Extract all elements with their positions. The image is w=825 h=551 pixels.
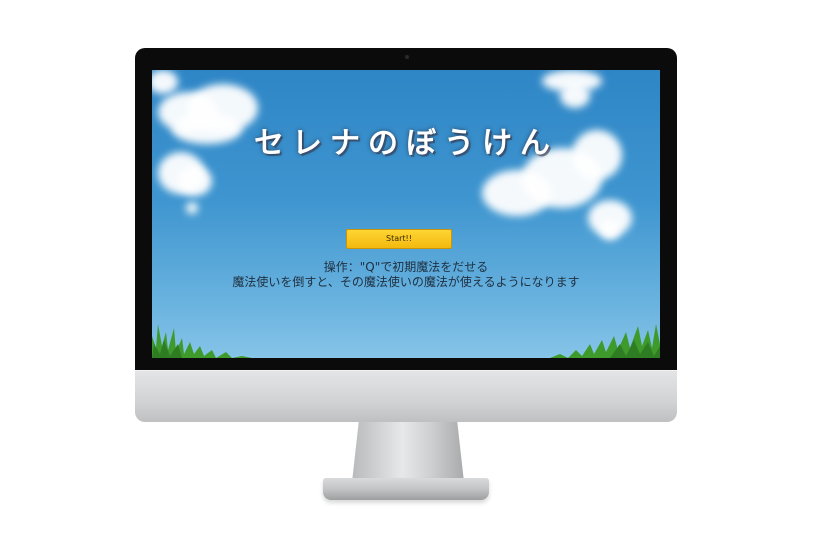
camera-icon [405,55,409,59]
start-button[interactable]: Start!! [346,229,452,249]
grass-left [152,324,252,358]
monitor-mockup: セレナのぼうけん Start!! 操作："Q"で初期魔法をだせる 魔法使いを倒す… [0,0,825,551]
description-text: 魔法使いを倒すと、その魔法使いの魔法が使えるようになります [232,275,580,289]
monitor-stand-foot [323,478,489,500]
game-title: セレナのぼうけん [254,126,558,161]
monitor-stand-neck [352,422,464,482]
grass-right [550,324,660,358]
monitor-chin [135,370,677,422]
game-screen: セレナのぼうけん Start!! 操作："Q"で初期魔法をだせる 魔法使いを倒す… [152,70,660,358]
